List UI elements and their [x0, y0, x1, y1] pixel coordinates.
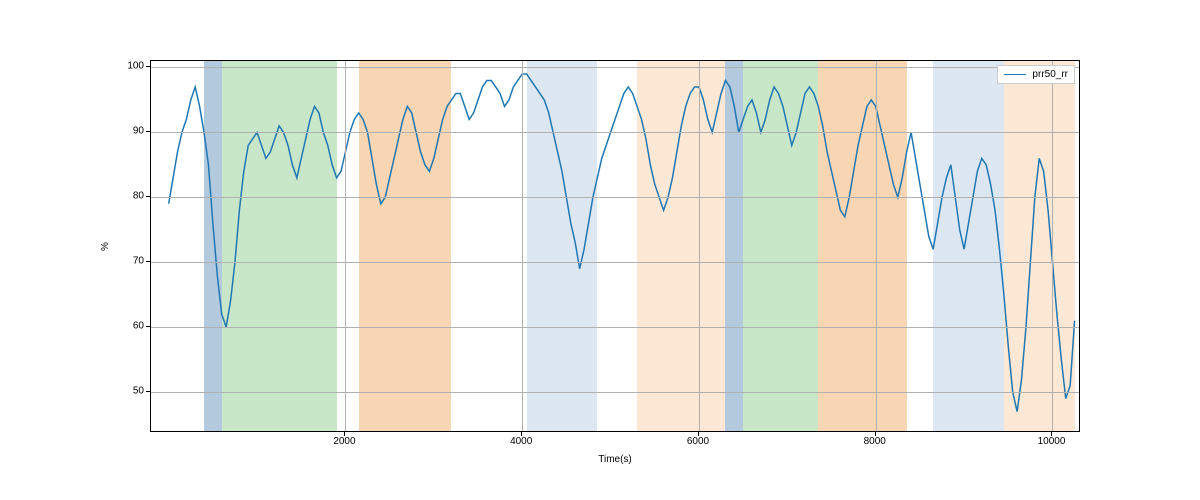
grid-line: [876, 61, 877, 431]
grid-line: [151, 197, 1079, 198]
line-layer: [151, 61, 1079, 431]
x-tick-label: 10000: [1038, 436, 1066, 447]
grid-line: [151, 392, 1079, 393]
grid-line: [151, 67, 1079, 68]
plot-area: prr50_rr: [150, 60, 1080, 432]
y-tick-label: 70: [133, 256, 144, 267]
tick-mark: [146, 261, 150, 262]
y-tick-label: 60: [133, 321, 144, 332]
grid-line: [699, 61, 700, 431]
tick-mark: [146, 196, 150, 197]
grid-line: [522, 61, 523, 431]
y-tick-label: 50: [133, 386, 144, 397]
tick-mark: [146, 131, 150, 132]
tick-mark: [146, 66, 150, 67]
x-tick-label: 6000: [687, 436, 709, 447]
legend: prr50_rr: [997, 65, 1075, 84]
y-axis-label: %: [95, 60, 115, 432]
series-line: [169, 74, 1075, 412]
y-tick-label: 80: [133, 191, 144, 202]
legend-label: prr50_rr: [1032, 69, 1068, 80]
grid-line: [151, 132, 1079, 133]
y-tick-label: 90: [133, 126, 144, 137]
x-tick-label: 2000: [333, 436, 355, 447]
x-axis-label: Time(s): [150, 454, 1080, 465]
tick-mark: [146, 391, 150, 392]
x-tick-label: 8000: [864, 436, 886, 447]
grid-line: [151, 262, 1079, 263]
grid-line: [151, 327, 1079, 328]
tick-mark: [146, 326, 150, 327]
chart-container: prr50_rr Time(s) % 2000 4000 6000 8000 10000…: [0, 0, 1200, 500]
grid-line: [345, 61, 346, 431]
grid-line: [1052, 61, 1053, 431]
legend-swatch: [1004, 74, 1026, 75]
x-tick-label: 4000: [510, 436, 532, 447]
y-tick-label: 100: [127, 61, 144, 72]
